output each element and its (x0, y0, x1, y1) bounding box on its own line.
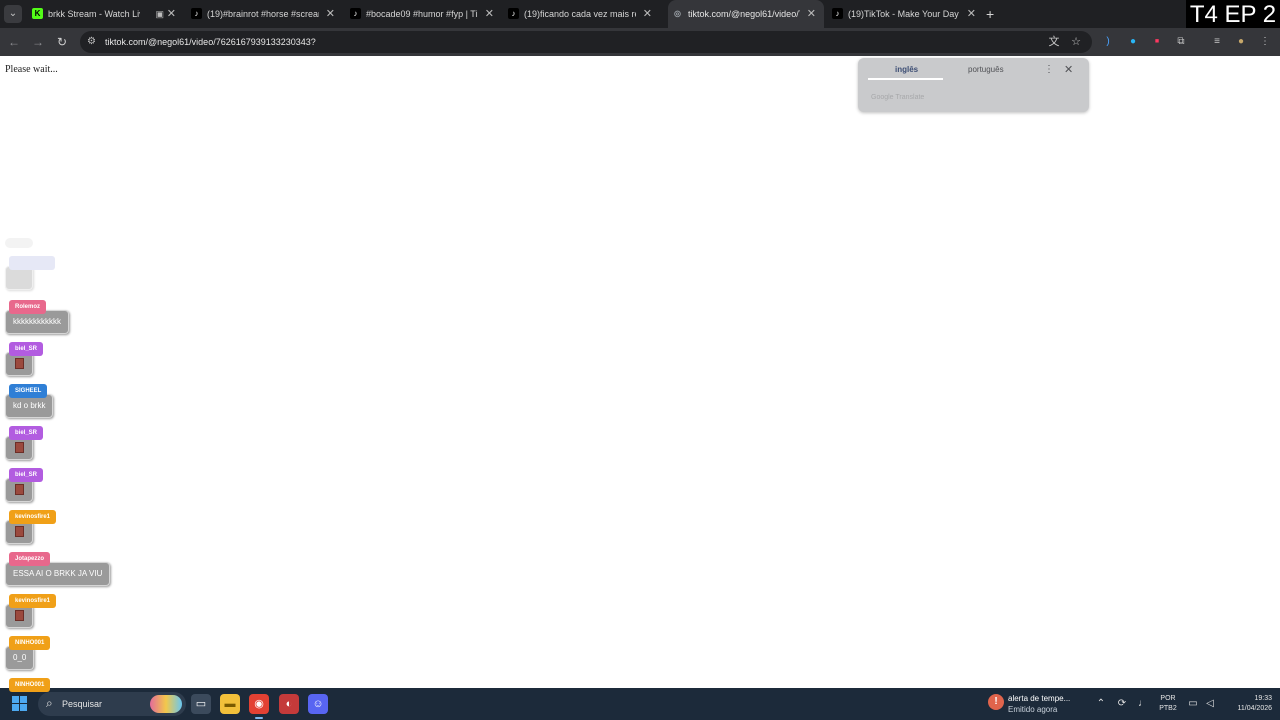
taskbar-search[interactable]: ⌕ Pesquisar (38, 692, 186, 716)
clock-time: 19:33 (1254, 695, 1272, 702)
forward-arrow-icon[interactable]: → (28, 32, 48, 52)
menu-kebab-icon[interactable]: ⋮ (1257, 34, 1273, 50)
tab-title: (19)TikTok - Make Your Day (848, 9, 959, 19)
emote-icon (15, 484, 24, 495)
new-tab-button[interactable]: + (986, 0, 994, 28)
tab-close-icon[interactable]: ✕ (485, 0, 494, 28)
tab-close-icon[interactable]: ✕ (643, 0, 652, 28)
app-icon[interactable]: ◐ (279, 694, 299, 714)
search-icon: ⌕ (46, 696, 53, 710)
emote-icon (15, 442, 24, 453)
translate-target-tab[interactable]: português (968, 65, 1004, 74)
sync-icon[interactable]: ⟳ (1115, 697, 1129, 711)
search-placeholder: Pesquisar (62, 699, 103, 709)
tab-close-icon[interactable]: ✕ (807, 0, 816, 28)
kick-icon: K (32, 8, 43, 19)
close-icon[interactable]: ✕ (1064, 63, 1073, 76)
language-indicator[interactable]: POR PTB2 (1156, 694, 1180, 714)
chrome-icon[interactable]: ◉ (249, 694, 269, 719)
translate-popup: inglês português ⋮ ✕ Google Translate (858, 58, 1089, 112)
faded-message (5, 238, 35, 250)
volume-icon[interactable]: ◁ (1203, 697, 1217, 711)
windows-taskbar: ⌕ Pesquisar ▭ ▬ ◉ ◐ ☺ ! alerta de tempe.… (0, 688, 1280, 720)
search-highlight-art (150, 695, 182, 713)
chat-username: kevinosfire1 (9, 510, 57, 524)
chat-username: Rolemoz (9, 300, 47, 314)
episode-overlay-label: T4 EP 2 (1186, 0, 1280, 29)
tab-title: brkk Stream - Watch Live o (48, 9, 140, 19)
microphone-icon[interactable]: ♩ (1136, 697, 1150, 711)
chat-username: NINHO001 (9, 678, 51, 692)
site-info-icon[interactable]: ⚙ (87, 35, 99, 49)
url-text[interactable]: tiktok.com/@negol61/video/76261679391332… (105, 31, 316, 53)
tab-6[interactable]: ♪ (19)TikTok - Make Your Day ✕ (828, 0, 980, 28)
tab-5-active[interactable]: ◎ tiktok.com/@negol61/video/7 ✕ (668, 0, 824, 28)
extension-2-icon[interactable]: ● (1125, 34, 1141, 50)
chat-username: Jotapezzo (9, 552, 51, 566)
picture-in-picture-icon: ▣ (155, 9, 164, 19)
tab-title: (19)ficando cada vez mais realis (524, 9, 636, 19)
clock-date: 11/04/2026 (1237, 705, 1272, 712)
translate-icon[interactable]: 文 (1046, 34, 1062, 50)
tiktok-icon: ♪ (191, 8, 202, 19)
tab-3[interactable]: ♪ #bocade09 #humor #fyp | TikT ✕ (346, 0, 498, 28)
emote-icon (15, 610, 24, 621)
globe-icon: ◎ (674, 9, 681, 18)
tab-4[interactable]: ♪ (19)ficando cada vez mais realis ✕ (504, 0, 656, 28)
chat-username: NINHO001 (9, 636, 51, 650)
clock[interactable]: 19:33 11/04/2026 (1222, 694, 1272, 714)
keyboard-layout: PTB2 (1159, 705, 1177, 712)
translate-options-icon[interactable]: ⋮ (1044, 64, 1054, 75)
tab-close-icon[interactable]: ✕ (167, 0, 176, 28)
bookmark-star-icon[interactable]: ☆ (1068, 34, 1084, 50)
chevron-up-icon[interactable]: ⌃ (1094, 697, 1108, 711)
tab-search-button[interactable]: ⌄ (4, 5, 22, 23)
tiktok-icon: ♪ (508, 8, 519, 19)
tab-2[interactable]: ♪ (19)#brainrot #horse #scream | ✕ (187, 0, 339, 28)
emote-icon (15, 526, 24, 537)
extension-1-icon[interactable]: ) (1100, 34, 1116, 50)
language-code: POR (1160, 695, 1176, 702)
tab-strip: ⌄ K brkk Stream - Watch Live o ▣ ✕ ♪ (19… (0, 0, 1280, 28)
chat-username: biel_SR (9, 468, 44, 482)
task-view-icon[interactable]: ▭ (191, 694, 211, 714)
windows-start-icon[interactable] (12, 696, 28, 712)
chat-username: SIGHEEL (9, 384, 48, 398)
page-content: Please wait... inglês português ⋮ ✕ Goog… (0, 56, 1280, 692)
chat-username: kevinosfire1 (9, 594, 57, 608)
chat-username: biel_SR (9, 342, 44, 356)
extensions-puzzle-icon[interactable]: ⧉ (1173, 34, 1189, 50)
tab-media-icon[interactable]: ≡ (1209, 34, 1225, 50)
emote-icon (15, 358, 24, 369)
browser-toolbar: ← → ↻ ⚙ tiktok.com/@negol61/video/762616… (0, 28, 1280, 56)
chat-username: biel_SR (9, 426, 44, 440)
chat-overlay: Rolemoz kkkkkkkkkkkk biel_SR SIGHEEL kd … (0, 56, 200, 692)
translate-source-tab[interactable]: inglês (895, 65, 918, 74)
tab-close-icon[interactable]: ✕ (326, 0, 335, 28)
extension-3-icon[interactable]: ■ (1149, 34, 1165, 50)
profile-avatar[interactable]: ● (1233, 34, 1249, 50)
selected-tab-indicator (868, 78, 943, 80)
tab-title: tiktok.com/@negol61/video/7 (688, 9, 800, 19)
weather-alert-icon: ! (988, 694, 1004, 710)
translate-footer: Google Translate (871, 94, 925, 101)
tiktok-icon: ♪ (832, 8, 843, 19)
weather-subtitle: Emitido agora (1008, 705, 1058, 714)
address-bar[interactable]: ⚙ tiktok.com/@negol61/video/762616793913… (80, 31, 1092, 53)
tab-title: (19)#brainrot #horse #scream | (207, 9, 319, 19)
weather-title: alerta de tempe... (1008, 694, 1071, 703)
reload-icon[interactable]: ↻ (52, 32, 72, 52)
file-explorer-icon[interactable]: ▬ (220, 694, 240, 714)
discord-icon[interactable]: ☺ (308, 694, 328, 714)
tab-title: #bocade09 #humor #fyp | TikT (366, 9, 478, 19)
back-arrow-icon[interactable]: ← (4, 32, 24, 52)
network-icon[interactable]: ▭ (1186, 697, 1200, 711)
tab-1[interactable]: K brkk Stream - Watch Live o ▣ ✕ (28, 0, 180, 28)
tiktok-icon: ♪ (350, 8, 361, 19)
tab-close-icon[interactable]: ✕ (967, 0, 976, 28)
